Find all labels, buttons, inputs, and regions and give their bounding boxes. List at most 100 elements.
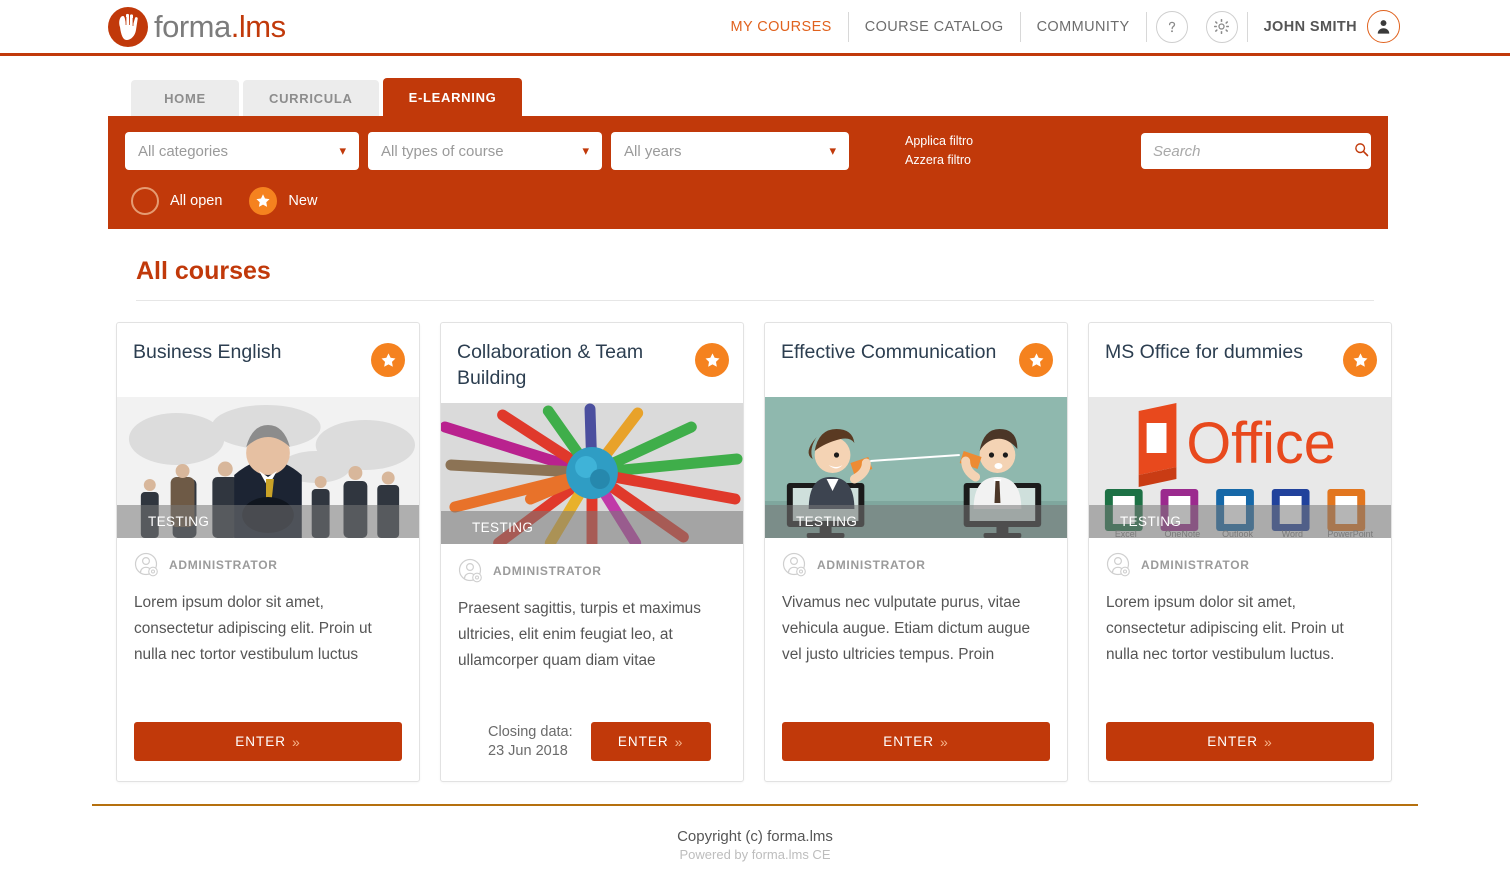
avatar[interactable]: [1367, 10, 1400, 43]
page-root: forma.lms MY COURSES COURSE CATALOG COMM…: [0, 0, 1510, 880]
closing-date-value: 23 Jun 2018: [488, 742, 573, 761]
closing-date-label: Closing data:: [488, 723, 573, 742]
course-author: ADMINISTRATOR: [134, 552, 402, 578]
tab-curricula[interactable]: CURRICULA: [243, 80, 379, 116]
course-image-label: TESTING: [1120, 514, 1181, 529]
status-filter-row: All open New: [125, 187, 1371, 215]
tab-bar: HOME CURRICULA E-LEARNING: [131, 76, 1510, 116]
category-select[interactable]: All categories ▾: [125, 132, 359, 170]
radio-all-open[interactable]: [131, 187, 159, 215]
course-card-body: ADMINISTRATOR Praesent sagittis, turpis …: [441, 544, 743, 722]
enter-button-label: ENTER: [235, 734, 286, 749]
radio-new-label: New: [288, 193, 317, 209]
user-gear-icon: [134, 552, 160, 578]
course-description: Vivamus nec vulputate purus, vitae vehic…: [782, 590, 1050, 668]
course-image-label-bar: TESTING: [117, 505, 419, 538]
enter-button[interactable]: ENTER »: [782, 722, 1050, 761]
nav-item-community[interactable]: COMMUNITY: [1021, 12, 1146, 42]
main-navigation: MY COURSES COURSE CATALOG COMMUNITY: [715, 0, 1510, 55]
radio-new[interactable]: [249, 187, 277, 215]
forma-lms-logo-icon: [108, 7, 148, 47]
course-card[interactable]: Collaboration & Team Building: [440, 322, 744, 782]
tab-e-learning[interactable]: E-LEARNING: [383, 78, 523, 116]
chevron-down-icon: ▾: [829, 143, 836, 159]
help-icon[interactable]: [1156, 11, 1188, 43]
course-card-grid: Business English: [116, 322, 1510, 782]
logo-text-forma: forma: [154, 9, 231, 44]
course-card-footer: ENTER »: [765, 722, 1067, 781]
filter-controls-row: All categories ▾ All types of course ▾ A…: [125, 132, 1371, 170]
apply-filter-link[interactable]: Applica filtro: [905, 132, 973, 151]
star-icon: [704, 352, 721, 369]
user-avatar-icon: [1375, 18, 1392, 35]
enter-button[interactable]: ENTER »: [134, 722, 402, 761]
course-title: MS Office for dummies: [1105, 339, 1303, 365]
nav-divider-1: [1146, 12, 1147, 42]
logo[interactable]: forma.lms: [108, 7, 286, 47]
year-select-value: All years: [624, 143, 682, 160]
question-mark-icon: [1164, 19, 1180, 35]
course-image: TESTING: [441, 403, 743, 544]
user-gear-icon: [458, 558, 484, 584]
search-input[interactable]: [1153, 143, 1354, 160]
enter-button[interactable]: ENTER »: [1106, 722, 1374, 761]
course-description: Praesent sagittis, turpis et maximus ult…: [458, 596, 726, 674]
radio-all-open-label: All open: [170, 193, 222, 209]
year-select[interactable]: All years ▾: [611, 132, 849, 170]
reset-filter-link[interactable]: Azzera filtro: [905, 151, 973, 170]
course-image: Office Excel: [1089, 397, 1391, 538]
course-card-header: MS Office for dummies: [1089, 323, 1391, 397]
course-author-name: ADMINISTRATOR: [493, 564, 602, 578]
nav-item-course-catalog[interactable]: COURSE CATALOG: [849, 12, 1021, 42]
course-image-label: TESTING: [472, 520, 533, 535]
course-author-name: ADMINISTRATOR: [817, 558, 926, 572]
course-title: Effective Communication: [781, 339, 996, 365]
footer-powered-by: Powered by forma.lms CE: [92, 847, 1418, 862]
star-badge-icon[interactable]: [1343, 343, 1377, 377]
star-badge-icon[interactable]: [1019, 343, 1053, 377]
user-gear-icon: [1106, 552, 1132, 578]
course-card-header: Effective Communication: [765, 323, 1067, 397]
chevron-down-icon: ▾: [582, 143, 589, 159]
course-title: Business English: [133, 339, 282, 365]
course-card-footer: ENTER »: [117, 722, 419, 781]
course-card-footer: ENTER »: [1089, 722, 1391, 781]
star-badge-icon[interactable]: [695, 343, 729, 377]
enter-button[interactable]: ENTER »: [591, 722, 711, 761]
enter-button-label: ENTER: [883, 734, 934, 749]
gear-icon: [1213, 18, 1230, 35]
course-card[interactable]: Business English: [116, 322, 420, 782]
course-card[interactable]: MS Office for dummies Office: [1088, 322, 1392, 782]
star-icon: [1028, 352, 1045, 369]
search-icon[interactable]: [1354, 142, 1369, 161]
logo-text-dot: .: [231, 9, 239, 44]
course-author: ADMINISTRATOR: [1106, 552, 1374, 578]
course-image-label: TESTING: [148, 514, 209, 529]
course-image-label: TESTING: [796, 514, 857, 529]
filter-actions: Applica filtro Azzera filtro: [905, 132, 973, 170]
search-box[interactable]: [1141, 133, 1371, 169]
course-description: Lorem ipsum dolor sit amet, consectetur …: [1106, 590, 1374, 668]
chevron-right-icon: »: [940, 734, 949, 750]
nav-divider-2: [1247, 12, 1248, 42]
magnifier-glyph-icon: [1354, 142, 1369, 157]
course-image-label-bar: TESTING: [1089, 505, 1391, 538]
enter-button-label: ENTER: [618, 734, 669, 749]
page-title: All courses: [136, 257, 1374, 286]
course-image-label-bar: TESTING: [441, 511, 743, 544]
hand-glyph-icon: [117, 13, 139, 41]
nav-item-my-courses[interactable]: MY COURSES: [715, 12, 849, 42]
tab-home[interactable]: HOME: [131, 80, 239, 116]
course-image: TESTING: [117, 397, 419, 538]
chevron-right-icon: »: [1264, 734, 1273, 750]
course-type-select[interactable]: All types of course ▾: [368, 132, 602, 170]
user-name-label: JOHN SMITH: [1264, 19, 1357, 35]
settings-icon[interactable]: [1206, 11, 1238, 43]
star-badge-icon[interactable]: [371, 343, 405, 377]
course-card[interactable]: Effective Communication: [764, 322, 1068, 782]
category-select-value: All categories: [138, 143, 228, 160]
star-icon: [380, 352, 397, 369]
section-header: All courses: [136, 257, 1374, 301]
logo-text: forma.lms: [154, 9, 286, 45]
enter-button-label: ENTER: [1207, 734, 1258, 749]
